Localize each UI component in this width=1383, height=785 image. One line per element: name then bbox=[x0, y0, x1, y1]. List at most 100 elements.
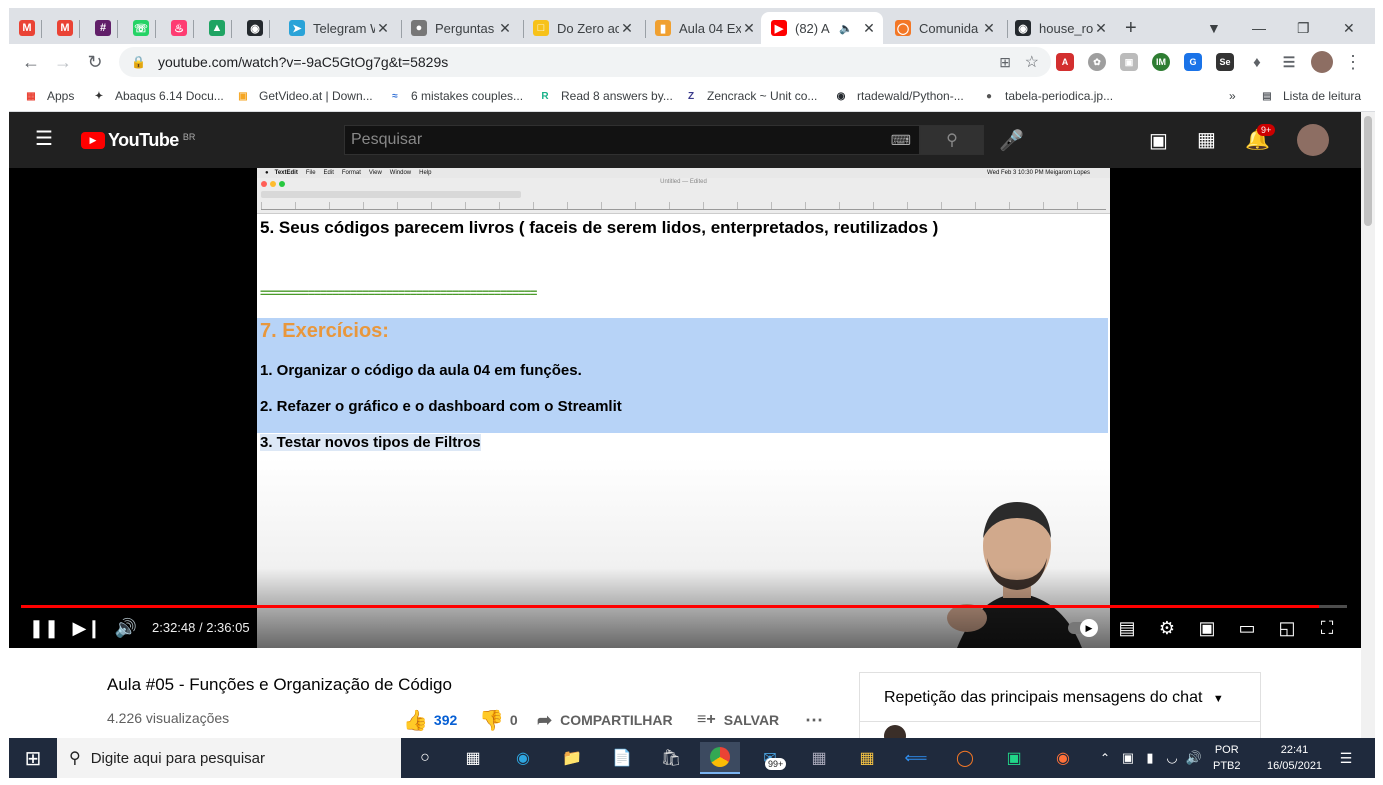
bookmark-item[interactable]: ≈6 mistakes couples... bbox=[387, 87, 523, 105]
theater-mode-icon[interactable]: ▭ bbox=[1232, 616, 1262, 640]
share-button[interactable]: ➦ COMPARTILHAR bbox=[537, 708, 673, 732]
tab-close-icon[interactable]: ✕ bbox=[375, 20, 391, 37]
language-indicator[interactable]: POR PTB2 bbox=[1213, 742, 1241, 774]
pause-icon[interactable]: ❚❚ bbox=[29, 616, 59, 640]
autoplay-toggle[interactable]: ▶ bbox=[1067, 616, 1098, 640]
like-button[interactable]: 👍 392 bbox=[403, 708, 457, 732]
app-icon[interactable]: ▦ bbox=[799, 742, 839, 774]
forward-icon[interactable]: → bbox=[51, 50, 75, 74]
windows-start-icon[interactable]: ⊞ bbox=[13, 742, 53, 774]
notifications-center-icon[interactable]: ☰ bbox=[1331, 742, 1361, 774]
jupyter-taskbar-icon[interactable]: ◯ bbox=[945, 742, 985, 774]
pycharm-icon[interactable]: ▣ bbox=[994, 742, 1034, 774]
bookmark-item[interactable]: ◉ rtadewald/Python-... bbox=[833, 87, 964, 105]
tab-close-icon[interactable]: ✕ bbox=[619, 20, 635, 37]
tab-close-icon[interactable]: ✕ bbox=[861, 20, 877, 37]
store-icon[interactable]: 🛍 bbox=[651, 742, 691, 774]
bookmark-item[interactable]: Z Zencrack ~ Unit co... bbox=[683, 87, 817, 105]
menu-dots-icon[interactable]: ⋮ bbox=[1341, 50, 1365, 74]
chat-mode-selector[interactable]: Repetição das principais mensagens do ch… bbox=[884, 689, 1224, 707]
more-actions-icon[interactable]: ⋯ bbox=[805, 708, 823, 732]
install-icon[interactable]: ⊞ bbox=[999, 54, 1011, 71]
dislike-button[interactable]: 👎 0 bbox=[479, 708, 518, 732]
search-button[interactable]: ⚲ bbox=[920, 125, 984, 155]
bookmark-item[interactable]: R Read 8 answers by... bbox=[537, 87, 672, 105]
subtitles-icon[interactable]: ▤ bbox=[1112, 616, 1142, 640]
video-player[interactable]: ● TextEdit File Edit Format View Window Help Wed… bbox=[9, 168, 1361, 648]
bookmark-item[interactable]: ▣ GetVideo.at | Down... bbox=[235, 87, 372, 105]
keyboard-icon[interactable]: ⌨ bbox=[891, 132, 911, 149]
star-icon[interactable]: ☆ bbox=[1025, 52, 1039, 72]
puzzle-icon[interactable]: ♦ bbox=[1248, 53, 1266, 71]
volume-icon[interactable]: 🔊 bbox=[111, 616, 141, 640]
browser-tab[interactable]: ◉ bbox=[237, 12, 265, 44]
task-view-icon[interactable]: ▦ bbox=[453, 742, 493, 774]
profile-avatar[interactable] bbox=[1311, 51, 1333, 73]
browser-tab[interactable]: # bbox=[85, 12, 113, 44]
file-explorer-icon[interactable]: 📁 bbox=[552, 742, 592, 774]
taskbar-search[interactable]: ⚲ Digite aqui para pesquisar bbox=[57, 738, 401, 778]
tab-audio-icon[interactable]: 🔈 bbox=[839, 22, 853, 35]
scrollbar-thumb[interactable] bbox=[1364, 116, 1372, 226]
tab-search-icon[interactable]: ▼ bbox=[1207, 12, 1221, 44]
reading-list-button[interactable]: ▤ Lista de leitura bbox=[1259, 87, 1361, 105]
tab-close-icon[interactable]: ✕ bbox=[741, 20, 757, 37]
camera-extension-icon[interactable]: ▣ bbox=[1120, 53, 1138, 71]
bookmark-item[interactable]: ▦ Apps bbox=[23, 87, 74, 105]
browser-tab[interactable]: □ Do Zero ao ✕ bbox=[523, 12, 641, 44]
edge-icon[interactable]: ◉ bbox=[503, 742, 543, 774]
browser-tab[interactable]: ➤ Telegram W✕ bbox=[279, 12, 397, 44]
progress-bar[interactable] bbox=[21, 605, 1347, 608]
reload-icon[interactable]: ↻ bbox=[83, 50, 107, 74]
apps-grid-icon[interactable]: ▦ bbox=[1197, 127, 1216, 152]
bookmark-item[interactable]: ● tabela-periodica.jp... bbox=[981, 87, 1113, 105]
back-icon[interactable]: ← bbox=[19, 50, 43, 74]
selenium-extension-icon[interactable]: Se bbox=[1216, 53, 1234, 71]
vscode-icon[interactable]: ⟸ bbox=[896, 742, 936, 774]
bookmarks-overflow-icon[interactable]: » bbox=[1229, 87, 1236, 105]
cortana-icon[interactable]: ○ bbox=[405, 742, 445, 774]
media-icon[interactable]: ☰ bbox=[1280, 53, 1298, 71]
tab-close-icon[interactable]: ✕ bbox=[1093, 20, 1109, 37]
wifi-icon[interactable]: ◡ bbox=[1161, 742, 1183, 774]
youtube-logo[interactable]: ▶ YouTube BR bbox=[81, 130, 195, 151]
browser-tab[interactable]: ● Perguntas ✕ bbox=[401, 12, 519, 44]
settings-gear-icon[interactable]: ⚙ bbox=[1152, 616, 1182, 640]
next-icon[interactable]: ▶❙ bbox=[72, 616, 102, 640]
save-button[interactable]: ≡+ SALVAR bbox=[697, 708, 779, 732]
firefox-icon[interactable]: ◉ bbox=[1043, 742, 1083, 774]
tab-close-icon[interactable]: ✕ bbox=[497, 20, 513, 37]
miniplayer-icon[interactable]: ▣ bbox=[1192, 616, 1222, 640]
browser-tab[interactable]: M bbox=[47, 12, 75, 44]
extension-icon[interactable]: ✿ bbox=[1088, 53, 1106, 71]
browser-tab[interactable]: ◉ house_roc✕ bbox=[1005, 12, 1115, 44]
fullscreen-icon[interactable]: ⛶ bbox=[1312, 616, 1342, 640]
close-window-icon[interactable]: ✕ bbox=[1343, 12, 1355, 44]
tray-app-icon[interactable]: ▣ bbox=[1117, 742, 1139, 774]
chrome-taskbar-icon[interactable] bbox=[700, 742, 740, 774]
minimize-icon[interactable]: — bbox=[1252, 12, 1266, 44]
tab-close-icon[interactable]: ✕ bbox=[981, 20, 997, 37]
tray-chevron-icon[interactable]: ⌃ bbox=[1095, 742, 1115, 774]
hamburger-menu-icon[interactable]: ☰ bbox=[35, 129, 55, 150]
browser-tab[interactable]: M bbox=[9, 12, 37, 44]
taskbar-clock[interactable]: 22:41 16/05/2021 bbox=[1267, 742, 1322, 774]
browser-tab[interactable]: ♨ bbox=[161, 12, 189, 44]
browser-tab[interactable]: ▶ (82) A 🔈 ✕ bbox=[761, 12, 883, 44]
translate-extension-icon[interactable]: G bbox=[1184, 53, 1202, 71]
cast-icon[interactable]: ◱ bbox=[1272, 616, 1302, 640]
user-avatar[interactable] bbox=[1297, 124, 1329, 156]
documents-icon[interactable]: 📄 bbox=[602, 742, 642, 774]
bookmark-item[interactable]: ✦ Abaqus 6.14 Docu... bbox=[91, 87, 224, 105]
new-tab-icon[interactable]: + bbox=[1125, 12, 1137, 44]
search-input[interactable] bbox=[351, 131, 871, 149]
sticky-notes-icon[interactable]: ▦ bbox=[847, 742, 887, 774]
pdf-extension-icon[interactable]: A bbox=[1056, 53, 1074, 71]
browser-tab[interactable]: ▮ Aula 04 Ex ✕ bbox=[645, 12, 763, 44]
browser-tab[interactable]: ◯ Comunida ✕ bbox=[885, 12, 1003, 44]
browser-tab[interactable]: ☏ bbox=[123, 12, 151, 44]
microphone-icon[interactable]: 🎤 bbox=[999, 128, 1024, 153]
browser-tab[interactable]: ▲ bbox=[199, 12, 227, 44]
page-scrollbar[interactable] bbox=[1361, 112, 1375, 738]
im-extension-icon[interactable]: IM bbox=[1152, 53, 1170, 71]
